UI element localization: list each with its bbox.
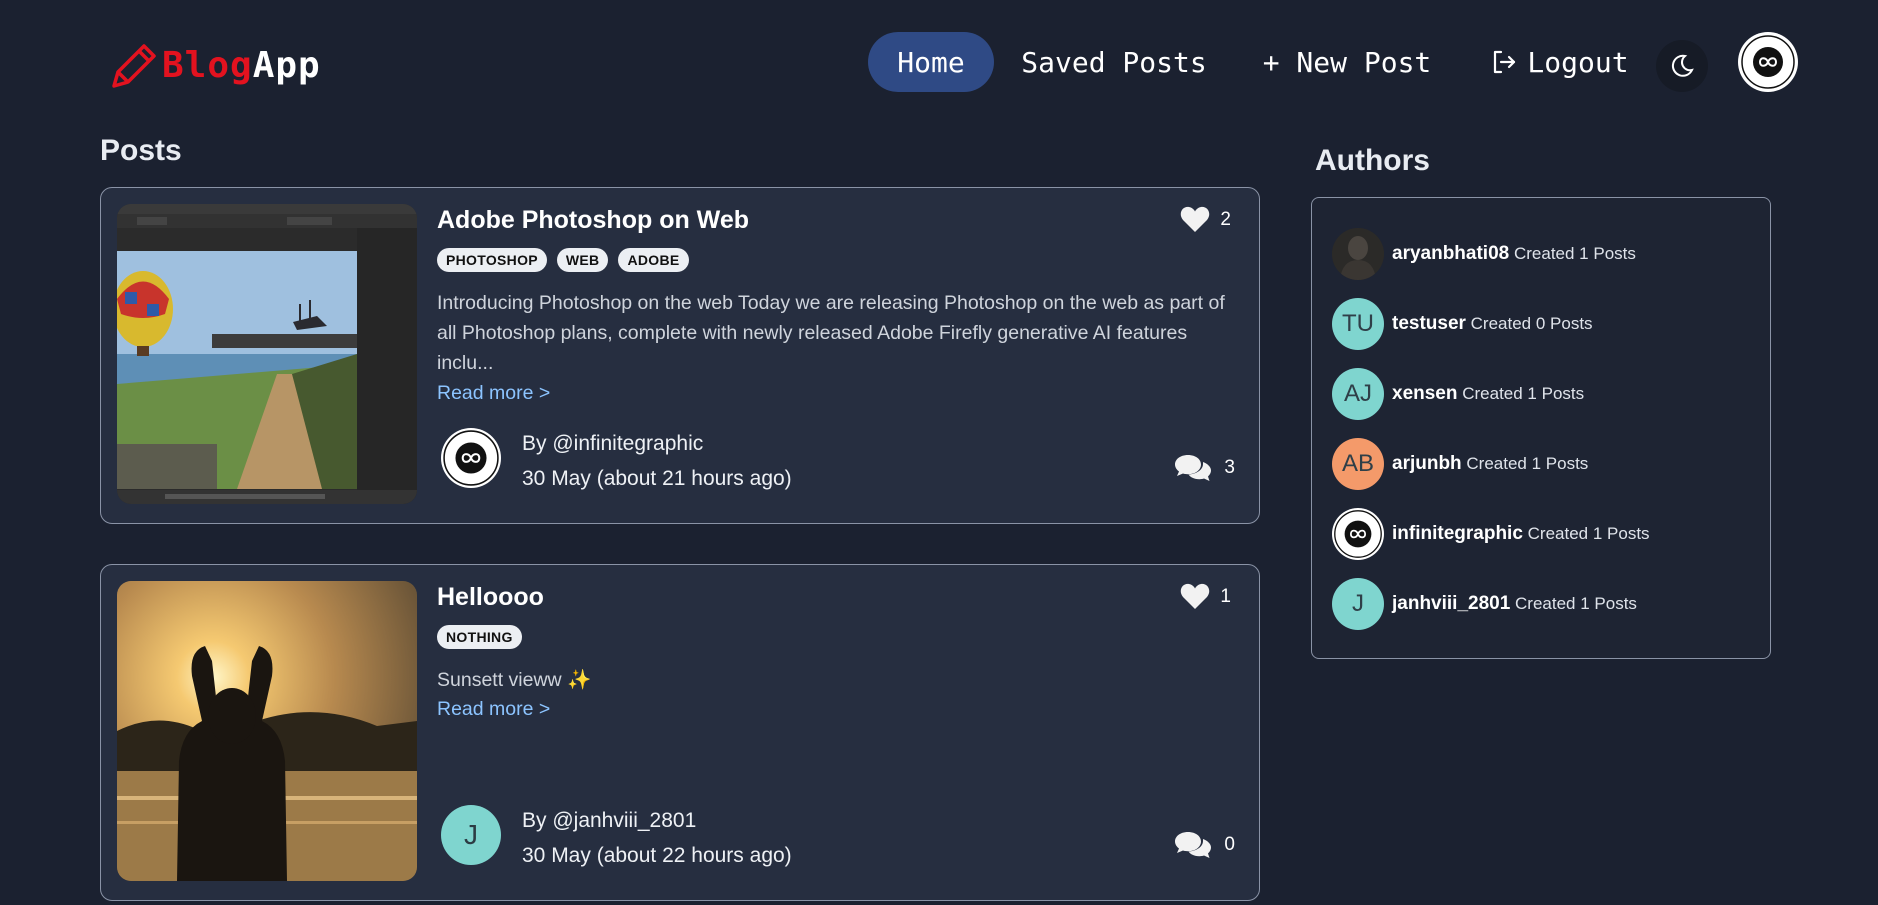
post-title[interactable]: Helloooo (437, 583, 544, 612)
author-avatar: AB (1332, 438, 1384, 490)
post-author-link[interactable]: By @janhviii_2801 (522, 803, 792, 838)
post-thumbnail[interactable] (117, 204, 417, 504)
heart-icon (1181, 206, 1210, 232)
author-name: janhviii_2801 (1392, 593, 1511, 614)
like-button[interactable]: 2 (1180, 206, 1231, 233)
tag-chip[interactable]: NOTHING (437, 625, 522, 649)
brand-part1: Blog (162, 44, 253, 86)
author-item[interactable]: AB arjunbh Created 1 Posts (1332, 438, 1588, 490)
post-byline: By @infinitegraphic 30 May (about 21 hou… (522, 426, 792, 496)
post-card[interactable]: Adobe Photoshop on Web 2 PHOTOSHOP WEB A… (100, 187, 1260, 524)
tag-chip[interactable]: PHOTOSHOP (437, 248, 547, 272)
author-post-count: Created 1 Posts (1466, 454, 1589, 473)
read-more-link[interactable]: Read more > (437, 698, 550, 721)
infinity-logo-icon (443, 430, 499, 486)
comments-button[interactable]: 3 (1174, 453, 1235, 483)
tag-list: PHOTOSHOP WEB ADOBE (437, 248, 699, 272)
read-more-link[interactable]: Read more > (437, 382, 550, 405)
logout-label: Logout (1527, 45, 1629, 79)
author-name: aryanbhati08 (1392, 243, 1510, 264)
infinity-logo-icon (1741, 35, 1795, 89)
author-name: arjunbh (1392, 453, 1462, 474)
brand-logo[interactable]: BlogApp (108, 40, 321, 90)
nav-logout-link[interactable]: Logout (1480, 32, 1640, 92)
infinity-logo-icon (1334, 510, 1382, 558)
post-author-avatar[interactable]: J (441, 805, 501, 865)
pencil-icon (112, 44, 156, 88)
authors-heading: Authors (1315, 144, 1430, 177)
post-excerpt: Introducing Photoshop on the web Today w… (437, 292, 1225, 374)
sunset-photo-image (117, 581, 417, 881)
tag-chip[interactable]: WEB (556, 248, 609, 272)
author-post-count: Created 1 Posts (1515, 594, 1637, 613)
author-name: xensen (1392, 383, 1458, 404)
author-post-count: Created 1 Posts (1527, 524, 1650, 543)
theme-toggle-button[interactable] (1656, 40, 1708, 92)
photoshop-screenshot-image (117, 204, 417, 504)
post-excerpt: Sunsett vieww ✨ (437, 669, 592, 691)
moon-icon (1671, 54, 1694, 77)
person-photo-icon (1332, 228, 1384, 280)
brand-part2: App (252, 44, 321, 86)
post-thumbnail[interactable] (117, 581, 417, 881)
author-item[interactable]: J janhviii_2801 Created 1 Posts (1332, 578, 1637, 630)
author-avatar: TU (1332, 298, 1384, 350)
like-button[interactable]: 1 (1180, 583, 1231, 610)
author-item[interactable]: TU testuser Created 0 Posts (1332, 298, 1593, 350)
nav-saved-posts-link[interactable]: Saved Posts (1012, 32, 1216, 92)
tag-list: NOTHING (437, 625, 532, 649)
author-item[interactable]: AJ xensen Created 1 Posts (1332, 368, 1584, 420)
author-post-count: Created 0 Posts (1470, 314, 1593, 333)
author-avatar (1332, 508, 1384, 560)
post-date: 30 May (about 22 hours ago) (522, 844, 792, 867)
nav-home-link[interactable]: Home (868, 32, 994, 92)
comment-count: 0 (1224, 834, 1235, 855)
post-date: 30 May (about 21 hours ago) (522, 467, 792, 490)
navbar: BlogApp Home Saved Posts + New Post Logo… (0, 0, 1878, 124)
post-card[interactable]: Helloooo 1 NOTHING Sunsett vieww ✨ Read … (100, 564, 1260, 901)
post-author-avatar[interactable] (441, 428, 501, 488)
post-title[interactable]: Adobe Photoshop on Web (437, 206, 749, 235)
author-avatar (1332, 228, 1384, 280)
user-avatar[interactable] (1738, 32, 1798, 92)
tag-chip[interactable]: ADOBE (618, 248, 689, 272)
author-item[interactable]: aryanbhati08 Created 1 Posts (1332, 228, 1636, 280)
comment-count: 3 (1224, 457, 1235, 478)
author-avatar: J (1332, 578, 1384, 630)
comments-button[interactable]: 0 (1174, 830, 1235, 860)
author-name: testuser (1392, 313, 1466, 334)
comments-icon (1175, 832, 1212, 858)
heart-icon (1181, 583, 1210, 609)
posts-heading: Posts (100, 134, 182, 167)
comments-icon (1175, 455, 1212, 481)
post-author-link[interactable]: By @infinitegraphic (522, 426, 792, 461)
post-byline: By @janhviii_2801 30 May (about 22 hours… (522, 803, 792, 873)
author-item[interactable]: infinitegraphic Created 1 Posts (1332, 508, 1650, 560)
author-post-count: Created 1 Posts (1513, 244, 1636, 263)
author-post-count: Created 1 Posts (1462, 384, 1585, 403)
authors-panel: aryanbhati08 Created 1 Posts TU testuser… (1311, 197, 1771, 659)
author-name: infinitegraphic (1392, 523, 1523, 544)
logout-icon (1494, 50, 1516, 74)
like-count: 1 (1220, 585, 1231, 607)
author-avatar: AJ (1332, 368, 1384, 420)
like-count: 2 (1220, 208, 1231, 230)
nav-new-post-link[interactable]: + New Post (1252, 32, 1442, 92)
